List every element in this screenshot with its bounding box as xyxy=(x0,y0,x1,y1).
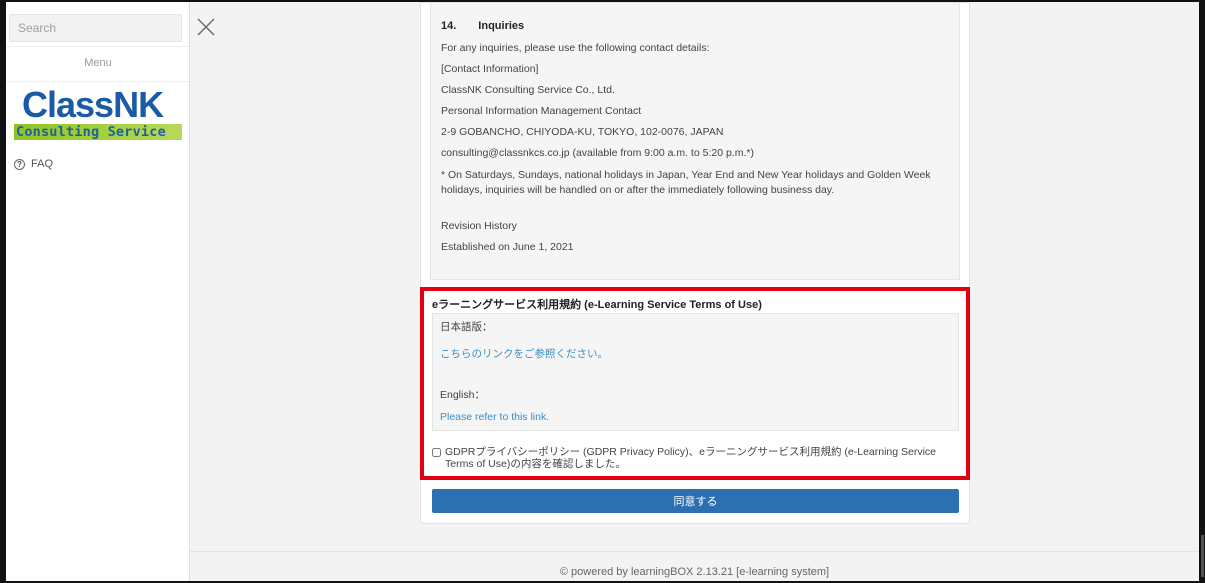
classnk-logo[interactable]: ClassNK Consulting Service xyxy=(14,86,184,146)
policy-note: * On Saturdays, Sundays, national holida… xyxy=(441,169,931,196)
terms-title: eラーニングサービス利用規約 (e-Learning Service Terms… xyxy=(432,299,762,311)
logo-main-text: ClassNK xyxy=(22,84,164,125)
japanese-version-label: 日本語版： xyxy=(440,321,493,333)
footer-text: © powered by learningBOX 2.13.21 [e-lear… xyxy=(559,566,830,578)
logo-sub-text: Consulting Service xyxy=(14,124,182,140)
policy-line: [Contact Information] xyxy=(441,63,539,75)
scrollbar-thumb[interactable] xyxy=(1201,535,1204,577)
section-title: Inquiries xyxy=(478,20,525,32)
consent-text: GDPRプライバシーポリシー (GDPR Privacy Policy)、eラー… xyxy=(445,446,937,470)
policy-line: consulting@classnkcs.co.jp (available fr… xyxy=(441,147,754,159)
policy-line: For any inquiries, please use the follow… xyxy=(441,42,710,54)
sidebar-item-faq[interactable]: ? FAQ xyxy=(14,158,53,170)
consent-checkbox-row[interactable]: GDPRプライバシーポリシー (GDPR Privacy Policy)、eラー… xyxy=(432,446,962,470)
consent-checkbox[interactable] xyxy=(432,448,441,457)
section-number: 14. xyxy=(441,20,457,32)
terms-box: 日本語版： こちらのリンクをご参照ください。 English： Please r… xyxy=(432,313,959,431)
footer-divider xyxy=(190,551,1199,552)
english-version-label: English： xyxy=(440,389,485,401)
policy-line: Personal Information Management Contact xyxy=(441,105,642,117)
search-input[interactable] xyxy=(9,14,182,42)
question-circle-icon: ? xyxy=(14,158,25,170)
window-frame-right xyxy=(1199,0,1205,583)
close-icon xyxy=(197,18,215,36)
english-terms-link[interactable]: Please refer to this link. xyxy=(440,410,951,424)
privacy-policy-scroll-box[interactable]: 14. Inquiries For any inquiries, please … xyxy=(430,3,960,280)
close-button[interactable] xyxy=(195,16,217,38)
policy-line: ClassNK Consulting Service Co., Ltd. xyxy=(441,84,615,96)
revision-history-label: Revision History xyxy=(441,220,517,232)
agree-button[interactable]: 同意する xyxy=(432,489,959,513)
japanese-terms-link[interactable]: こちらのリンクをご参照ください。 xyxy=(440,347,951,361)
sidebar-item-label: FAQ xyxy=(31,158,54,170)
sidebar: Menu ClassNK Consulting Service ? FAQ xyxy=(6,2,190,581)
established-date: Established on June 1, 2021 xyxy=(441,241,574,253)
policy-line: 2-9 GOBANCHO, CHIYODA-KU, TOKYO, 102-007… xyxy=(441,126,724,138)
menu-label: Menu xyxy=(6,46,190,82)
section-heading: 14. Inquiries xyxy=(441,19,949,34)
